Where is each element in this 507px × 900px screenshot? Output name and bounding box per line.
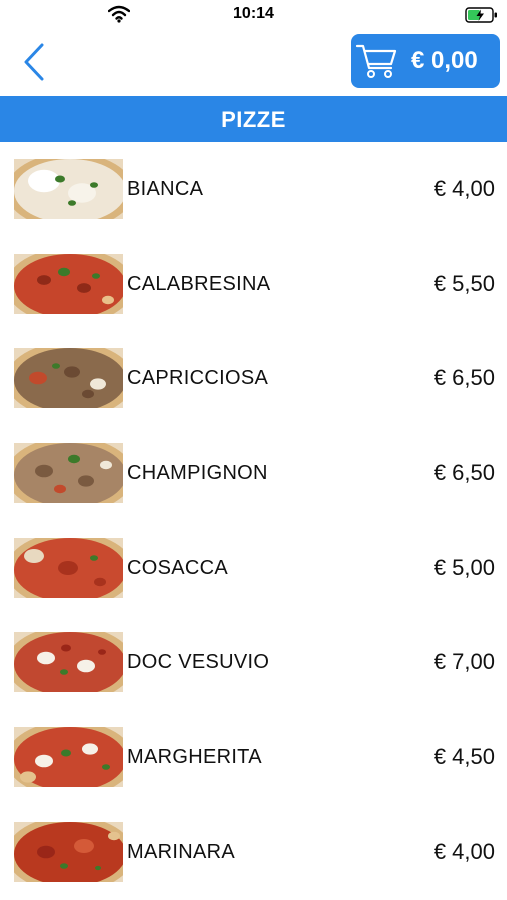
shopping-cart-icon bbox=[355, 44, 397, 78]
battery-charging-icon bbox=[465, 7, 497, 23]
pizza-price: € 4,50 bbox=[433, 744, 495, 770]
pizza-name: MARINARA bbox=[127, 840, 235, 863]
pizza-row[interactable]: CAPRICCIOSA € 6,50 bbox=[0, 331, 507, 426]
pizza-row[interactable]: MARGHERITA € 4,50 bbox=[0, 710, 507, 805]
pizza-row[interactable]: DOC VESUVIO € 7,00 bbox=[0, 615, 507, 710]
pizza-thumbnail bbox=[14, 537, 123, 598]
pizza-thumbnail bbox=[14, 159, 123, 219]
cart-total: € 0,00 bbox=[411, 47, 478, 74]
pizza-price: € 4,00 bbox=[433, 838, 495, 864]
status-time: 10:14 bbox=[233, 5, 274, 22]
pizza-thumbnail bbox=[14, 443, 123, 504]
pizza-price: € 6,50 bbox=[433, 460, 495, 486]
status-bar: 10:14 bbox=[0, 0, 507, 30]
pizza-price: € 7,00 bbox=[433, 649, 495, 675]
back-button[interactable] bbox=[18, 40, 52, 84]
pizza-thumbnail bbox=[14, 727, 123, 788]
pizza-name: BIANCA bbox=[127, 178, 204, 200]
pizza-row[interactable]: MARINARA € 4,00 bbox=[0, 805, 507, 900]
pizza-thumbnail bbox=[14, 348, 123, 409]
pizza-list: BIANCA € 4,00 CALABRESINA € 5,50 CAPRICCIOSA… bbox=[0, 142, 507, 900]
pizza-row[interactable]: CHAMPIGNON € 6,50 bbox=[0, 426, 507, 521]
pizza-row[interactable]: CALABRESINA € 5,50 bbox=[0, 237, 507, 332]
pizza-row[interactable]: COSACCA € 5,00 bbox=[0, 521, 507, 616]
pizza-thumbnail bbox=[14, 821, 123, 882]
navigation-bar: € 0,00 bbox=[0, 30, 507, 94]
cart-button[interactable]: € 0,00 bbox=[351, 34, 500, 88]
pizza-row[interactable]: BIANCA € 4,00 bbox=[0, 142, 507, 237]
pizza-price: € 6,50 bbox=[433, 365, 495, 391]
section-header: PIZZE bbox=[0, 96, 507, 142]
pizza-price: € 5,50 bbox=[433, 270, 495, 296]
chevron-left-icon bbox=[24, 43, 44, 81]
pizza-name: CHAMPIGNON bbox=[127, 462, 268, 485]
pizza-thumbnail bbox=[14, 632, 123, 693]
pizza-name: COSACCA bbox=[127, 556, 229, 579]
pizza-name: CALABRESINA bbox=[127, 272, 271, 295]
pizza-name: DOC VESUVIO bbox=[127, 651, 270, 674]
pizza-price: € 4,00 bbox=[433, 176, 495, 201]
pizza-name: CAPRICCIOSA bbox=[127, 367, 269, 390]
pizza-thumbnail bbox=[14, 253, 123, 314]
pizza-price: € 5,00 bbox=[433, 554, 495, 580]
pizza-name: MARGHERITA bbox=[127, 746, 262, 769]
